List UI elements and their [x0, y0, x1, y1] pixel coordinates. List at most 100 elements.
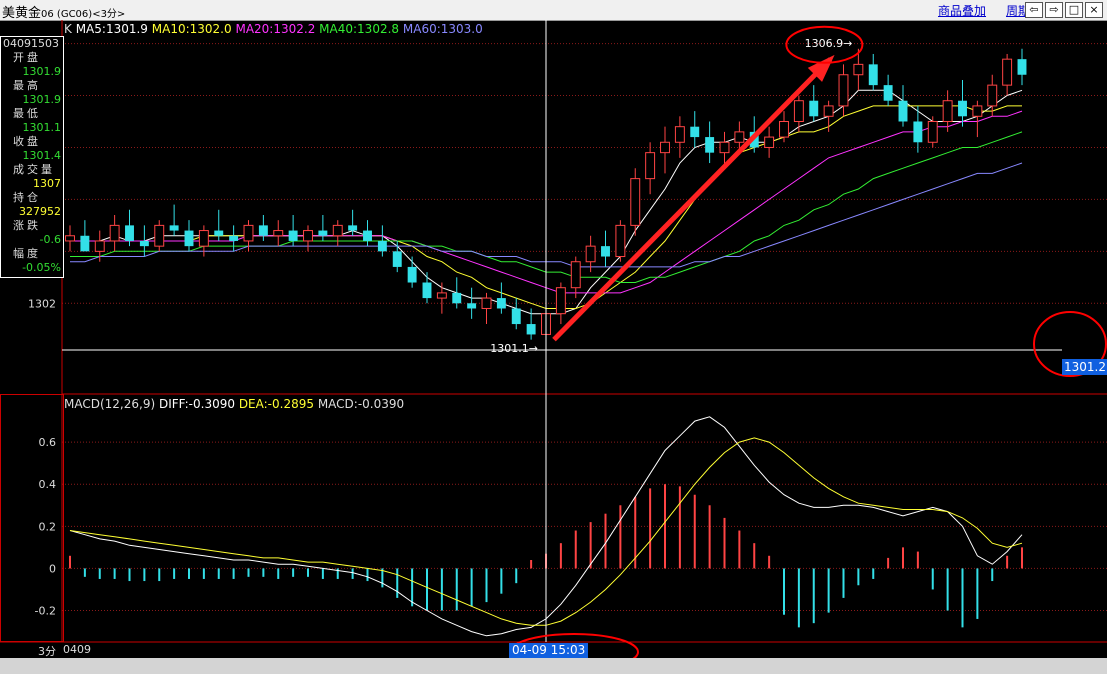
candle-body-down [809, 100, 819, 117]
window-restore-icon[interactable]: □ [1065, 2, 1083, 18]
candle-body-up [972, 105, 983, 117]
candle-body-up [779, 120, 789, 138]
candle-body-up [481, 297, 492, 309]
k-legend: K MA5:1301.9 MA10:1302.0 MA20:1302.2 MA4… [64, 22, 483, 36]
info-value: -0.05% [22, 261, 61, 274]
info-value: 1301.9 [22, 65, 62, 78]
candle-body-down [690, 126, 700, 138]
candle-body-up [436, 292, 447, 299]
candle-body-up [303, 230, 313, 242]
candle-body-down [511, 308, 521, 325]
horizontal-scrollbar[interactable] [0, 658, 1107, 674]
info-value: 1307 [33, 177, 61, 190]
candle-body-down [80, 235, 90, 252]
macd-value-legend: MACD:-0.0390 [317, 397, 405, 411]
info-label: 最低 [13, 107, 41, 120]
candle-body-down [348, 225, 358, 231]
candle-body-down [868, 64, 878, 86]
arrow-right-icon[interactable]: ⇨ [1045, 2, 1063, 18]
candle-body-up [927, 120, 938, 143]
candle-body-down [705, 137, 715, 153]
grid-lines [62, 43, 1107, 612]
candle-body-up [570, 261, 581, 289]
candle-body-up [630, 178, 641, 226]
candle-body-up [823, 105, 834, 117]
period-label: 3分 [38, 645, 56, 658]
chart-canvas[interactable]: 13020.60.40.20-0.2 1301.1→ 1306.9→ [0, 20, 1107, 658]
candle-body-up [198, 230, 209, 247]
candle-body-down [363, 230, 372, 241]
quote-date: 04091503 [3, 37, 59, 50]
candle-body-up [1002, 58, 1013, 86]
close-icon[interactable]: × [1085, 2, 1103, 18]
arrow-left-icon[interactable]: ⇦ [1025, 2, 1043, 18]
candle-body-up [273, 230, 284, 237]
period-indicator: <3分> [92, 9, 126, 20]
ma5-legend: MA5:1301.9 [75, 22, 148, 36]
candle-body-up [660, 141, 670, 154]
candle-body-up [585, 245, 596, 263]
candle-body-down [913, 121, 923, 143]
candle-body-up [838, 74, 849, 107]
candle-body-up [555, 287, 566, 315]
low-price-label: 1301.1→ [490, 342, 538, 355]
info-label: 涨跌 [13, 219, 41, 232]
candle-body-down [1017, 59, 1027, 75]
candle-body-down [184, 230, 194, 247]
candle-body-down [125, 225, 134, 241]
candle-body-down [407, 266, 417, 283]
candle-body-down [377, 240, 387, 252]
info-label: 开盘 [13, 51, 41, 64]
info-label: 成交量 [13, 163, 55, 176]
start-date-label: 0409 [63, 643, 91, 656]
candle-body-down [214, 230, 224, 236]
candle-body-up [793, 100, 804, 122]
candle-body-up [853, 63, 864, 76]
candle-body-down [288, 230, 298, 241]
candle-body-down [229, 235, 239, 241]
candle-body-up [243, 224, 254, 242]
candle-body-down [958, 100, 967, 117]
info-value: 1301.1 [22, 121, 62, 134]
candle-body-up [674, 126, 685, 143]
ma40-legend: MA40:1302.8 [319, 22, 400, 36]
candle-body-up [615, 224, 626, 258]
price-tick-label: 1302 [28, 297, 56, 310]
instrument-name: 美黄金 [2, 6, 42, 21]
info-label: 最高 [13, 79, 41, 92]
candle-body-down [258, 225, 268, 236]
overlay-menu-link[interactable]: 商品叠加 [938, 2, 986, 19]
candle-body-down [898, 100, 908, 122]
title-bar: 美黄金06 (GC06)<3分> 商品叠加 周期 ⇦ ⇨ □ × [0, 0, 1107, 21]
macd-axis-frame [0, 394, 64, 642]
instrument-title: 美黄金06 (GC06)<3分> [2, 2, 125, 21]
info-value: 327952 [19, 205, 61, 218]
macd-legend: MACD(12,26,9) DIFF:-0.3090 DEA:-0.2895 M… [64, 397, 404, 411]
candle-body-up [645, 152, 656, 180]
candle-body-up [65, 235, 75, 242]
dea-legend: DEA:-0.2895 [238, 397, 314, 411]
candle-body-up [942, 100, 953, 122]
window-buttons: ⇦ ⇨ □ × [1025, 2, 1103, 18]
candle-body-up [764, 136, 775, 148]
quote-info-panel: 04091503 开盘 1301.9 最高 1301.9 最低 1301.1 收盘 1301.… [0, 36, 64, 278]
axes: 13020.60.40.20-0.2 [0, 20, 1107, 643]
high-price-label: 1306.9→ [805, 37, 853, 50]
macd-legend-name: MACD(12,26,9) [64, 397, 156, 411]
info-label: 收盘 [13, 135, 41, 148]
candle-body-down [883, 85, 893, 101]
candle-body-down [467, 303, 477, 309]
info-label: 幅度 [13, 247, 41, 260]
candle-body-down [422, 282, 432, 299]
info-value: 1301.4 [22, 149, 62, 162]
candle-body-up [154, 224, 165, 247]
current-price-tag: 1301.2 [1062, 359, 1107, 375]
candle-body-up [719, 141, 730, 154]
info-value: 1301.9 [22, 93, 62, 106]
ma10-legend: MA10:1302.0 [151, 22, 232, 36]
candle-body-down [526, 324, 536, 335]
candle-body-down [318, 230, 328, 236]
candle-body-down [496, 298, 506, 309]
candle-body-down [169, 225, 179, 231]
info-value: -0.6 [39, 233, 61, 246]
